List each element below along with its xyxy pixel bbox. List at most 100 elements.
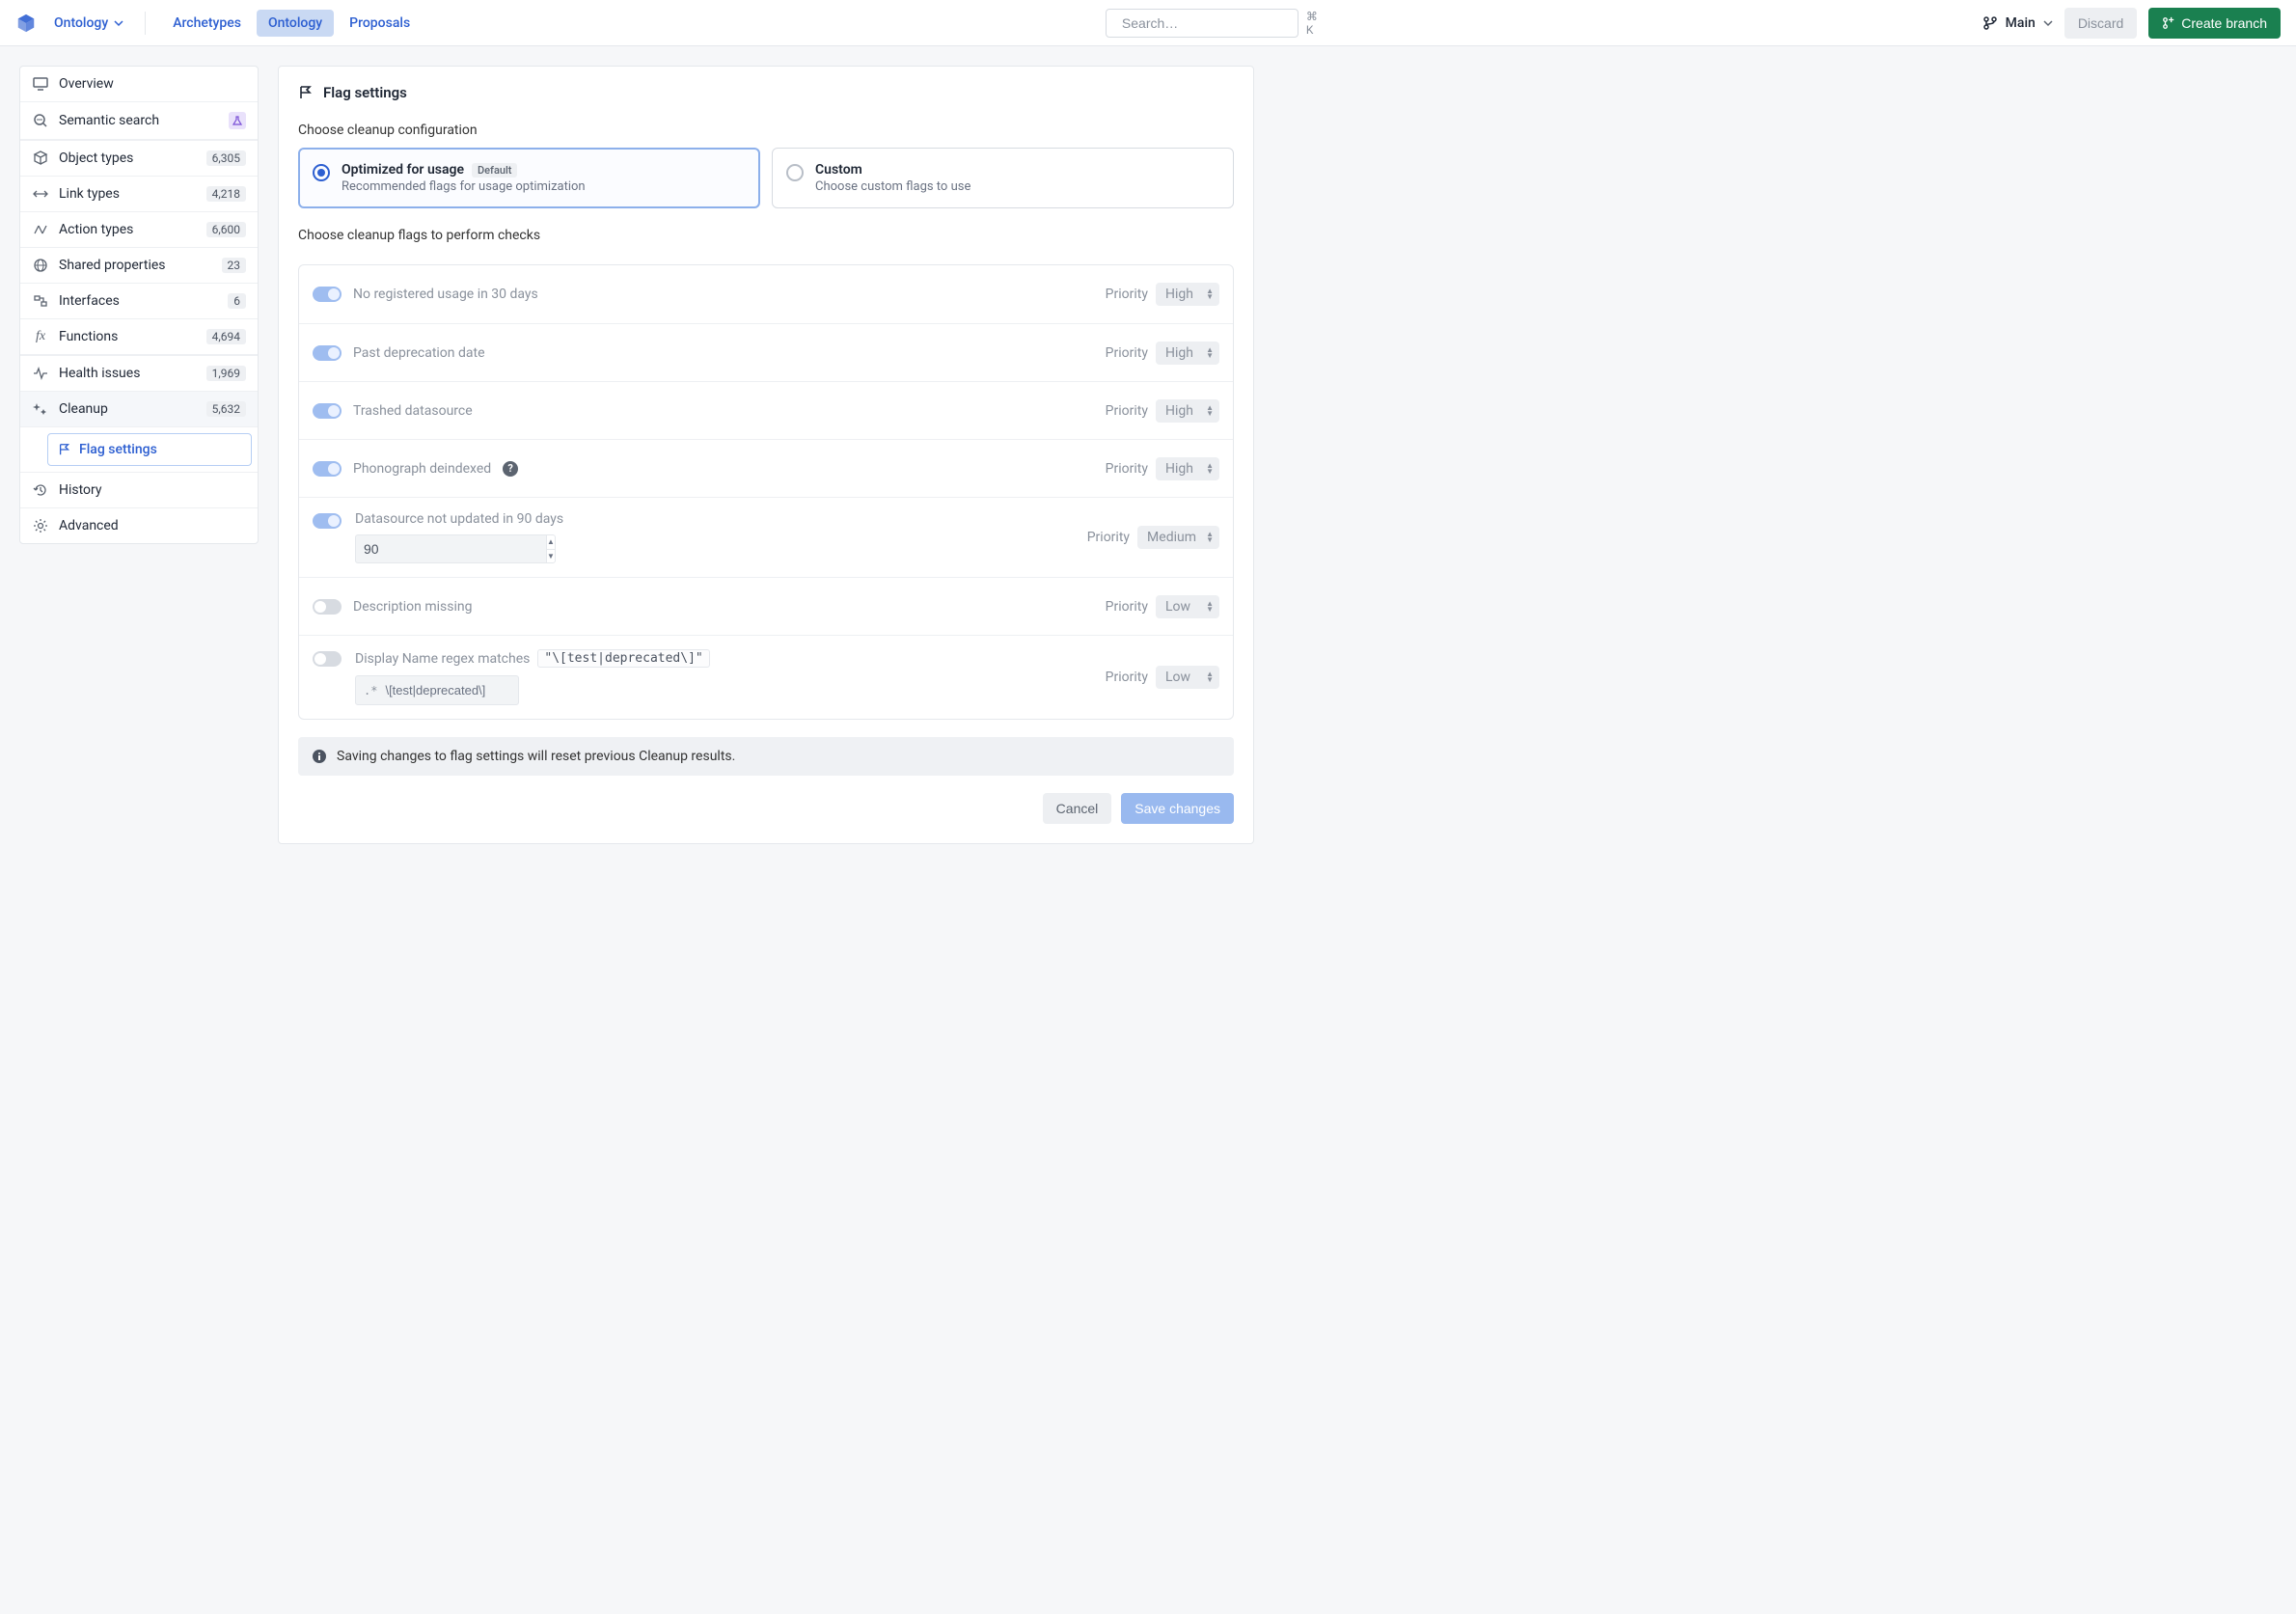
sidebar-label: Action types	[59, 222, 197, 237]
regex-icon: .*	[364, 684, 377, 698]
stepper-up[interactable]: ▲	[547, 535, 555, 549]
flag-icon	[58, 443, 71, 456]
config-title: Optimized for usage	[342, 162, 464, 178]
default-chip: Default	[472, 163, 517, 178]
tab-archetypes[interactable]: Archetypes	[161, 10, 253, 37]
priority-select[interactable]: Medium ▲▼	[1137, 526, 1219, 549]
flag-row: No registered usage in 30 days Priority …	[299, 265, 1233, 323]
priority-value: High	[1165, 287, 1193, 302]
gear-icon	[32, 518, 49, 533]
sort-caret-icon: ▲▼	[1206, 405, 1214, 417]
search-shortcut: ⌘ K	[1304, 10, 1320, 37]
flag-toggle[interactable]	[313, 513, 342, 529]
priority-label: Priority	[1106, 461, 1148, 477]
sort-caret-icon: ▲▼	[1206, 463, 1214, 475]
flag-toggle[interactable]	[313, 287, 342, 302]
priority-select[interactable]: Low ▲▼	[1156, 666, 1219, 689]
sidebar-item-history[interactable]: History	[20, 473, 258, 508]
search-world-icon	[32, 113, 49, 128]
sort-caret-icon: ▲▼	[1206, 288, 1214, 300]
regex-input[interactable]	[383, 682, 557, 698]
tab-proposals[interactable]: Proposals	[338, 10, 422, 37]
app-selector[interactable]: Ontology	[48, 12, 129, 35]
radio-optimized[interactable]	[313, 164, 330, 181]
flag-row: Phonograph deindexed ? Priority High ▲▼	[299, 439, 1233, 497]
sidebar-subitem-flag-settings[interactable]: Flag settings	[47, 433, 252, 466]
sidebar-item-action-types[interactable]: Action types 6,600	[20, 212, 258, 248]
regex-input-wrap: .*	[355, 675, 519, 705]
sidebar-label: Semantic search	[59, 113, 219, 128]
config-custom[interactable]: Custom Choose custom flags to use	[772, 148, 1234, 208]
save-button[interactable]: Save changes	[1121, 793, 1234, 824]
config-optimized[interactable]: Optimized for usage Default Recommended …	[298, 148, 760, 208]
link-arrows-icon	[32, 186, 49, 202]
sparkle-icon	[32, 401, 49, 417]
config-title: Custom	[815, 162, 862, 178]
sidebar-item-health[interactable]: Health issues 1,969	[20, 356, 258, 392]
page-title: Flag settings	[323, 84, 407, 101]
priority-select[interactable]: High ▲▼	[1156, 399, 1219, 423]
sidebar-sub-label: Flag settings	[79, 442, 157, 457]
sort-caret-icon: ▲▼	[1206, 532, 1214, 543]
flag-toggle[interactable]	[313, 651, 342, 667]
days-input[interactable]	[355, 534, 546, 563]
priority-value: High	[1165, 403, 1193, 419]
create-branch-button[interactable]: Create branch	[2148, 8, 2281, 39]
sidebar-item-link-types[interactable]: Link types 4,218	[20, 177, 258, 212]
priority-select[interactable]: High ▲▼	[1156, 342, 1219, 365]
sidebar-item-overview[interactable]: Overview	[20, 67, 258, 102]
priority-select[interactable]: Low ▲▼	[1156, 595, 1219, 618]
flag-toggle[interactable]	[313, 345, 342, 361]
section-choose-flags: Choose cleanup flags to perform checks	[279, 220, 1253, 253]
sidebar-item-functions[interactable]: fx Functions 4,694	[20, 319, 258, 355]
priority-select[interactable]: High ▲▼	[1156, 283, 1219, 306]
interface-icon	[32, 293, 49, 309]
radio-custom[interactable]	[786, 164, 804, 181]
count-badge: 4,218	[206, 186, 246, 202]
stepper-down[interactable]: ▼	[547, 549, 555, 563]
regex-code: "\[test|deprecated\]"	[537, 649, 709, 668]
priority-select[interactable]: High ▲▼	[1156, 457, 1219, 480]
sidebar-label: History	[59, 482, 246, 498]
tab-ontology[interactable]: Ontology	[257, 10, 334, 37]
sidebar-item-cleanup[interactable]: Cleanup 5,632	[20, 392, 258, 427]
count-badge: 1,969	[206, 366, 246, 381]
priority-value: Medium	[1147, 530, 1196, 545]
pulse-icon	[32, 366, 49, 381]
cancel-button[interactable]: Cancel	[1043, 793, 1112, 824]
section-choose-config: Choose cleanup configuration	[279, 115, 1253, 148]
sidebar-label: Overview	[59, 76, 246, 92]
sidebar-item-semantic-search[interactable]: Semantic search	[20, 102, 258, 140]
sidebar-item-shared-properties[interactable]: Shared properties 23	[20, 248, 258, 284]
help-icon[interactable]: ?	[503, 461, 518, 477]
days-input-wrap: ▲ ▼	[355, 534, 529, 563]
sidebar-label: Link types	[59, 186, 197, 202]
flag-name: Datasource not updated in 90 days	[355, 511, 563, 527]
action-icon	[32, 222, 49, 237]
app-logo-icon	[15, 13, 37, 34]
flag-row: Display Name regex matches "\[test|depre…	[299, 635, 1233, 719]
count-badge: 23	[222, 258, 247, 273]
sidebar-item-interfaces[interactable]: Interfaces 6	[20, 284, 258, 319]
flag-name: Past deprecation date	[353, 345, 485, 361]
discard-button[interactable]: Discard	[2064, 8, 2137, 39]
count-badge: 5,632	[206, 401, 246, 417]
sidebar-item-object-types[interactable]: Object types 6,305	[20, 141, 258, 177]
info-icon	[312, 749, 327, 764]
search-input[interactable]	[1120, 14, 1298, 32]
flag-toggle[interactable]	[313, 461, 342, 477]
sort-caret-icon: ▲▼	[1206, 347, 1214, 359]
flag-toggle[interactable]	[313, 599, 342, 615]
sidebar-item-advanced[interactable]: Advanced	[20, 508, 258, 543]
flag-name: No registered usage in 30 days	[353, 287, 538, 302]
monitor-icon	[32, 76, 49, 92]
priority-value: Low	[1165, 670, 1190, 685]
function-icon: fx	[32, 329, 49, 344]
flag-toggle[interactable]	[313, 403, 342, 419]
sidebar-label: Object types	[59, 150, 197, 166]
search-input-wrap[interactable]: ⌘ K	[1106, 9, 1298, 38]
flag-row: Datasource not updated in 90 days ▲ ▼ Pr…	[299, 497, 1233, 577]
branch-selector[interactable]: Main	[1982, 15, 2053, 31]
flags-list: No registered usage in 30 days Priority …	[298, 264, 1234, 720]
flag-icon	[298, 85, 314, 100]
